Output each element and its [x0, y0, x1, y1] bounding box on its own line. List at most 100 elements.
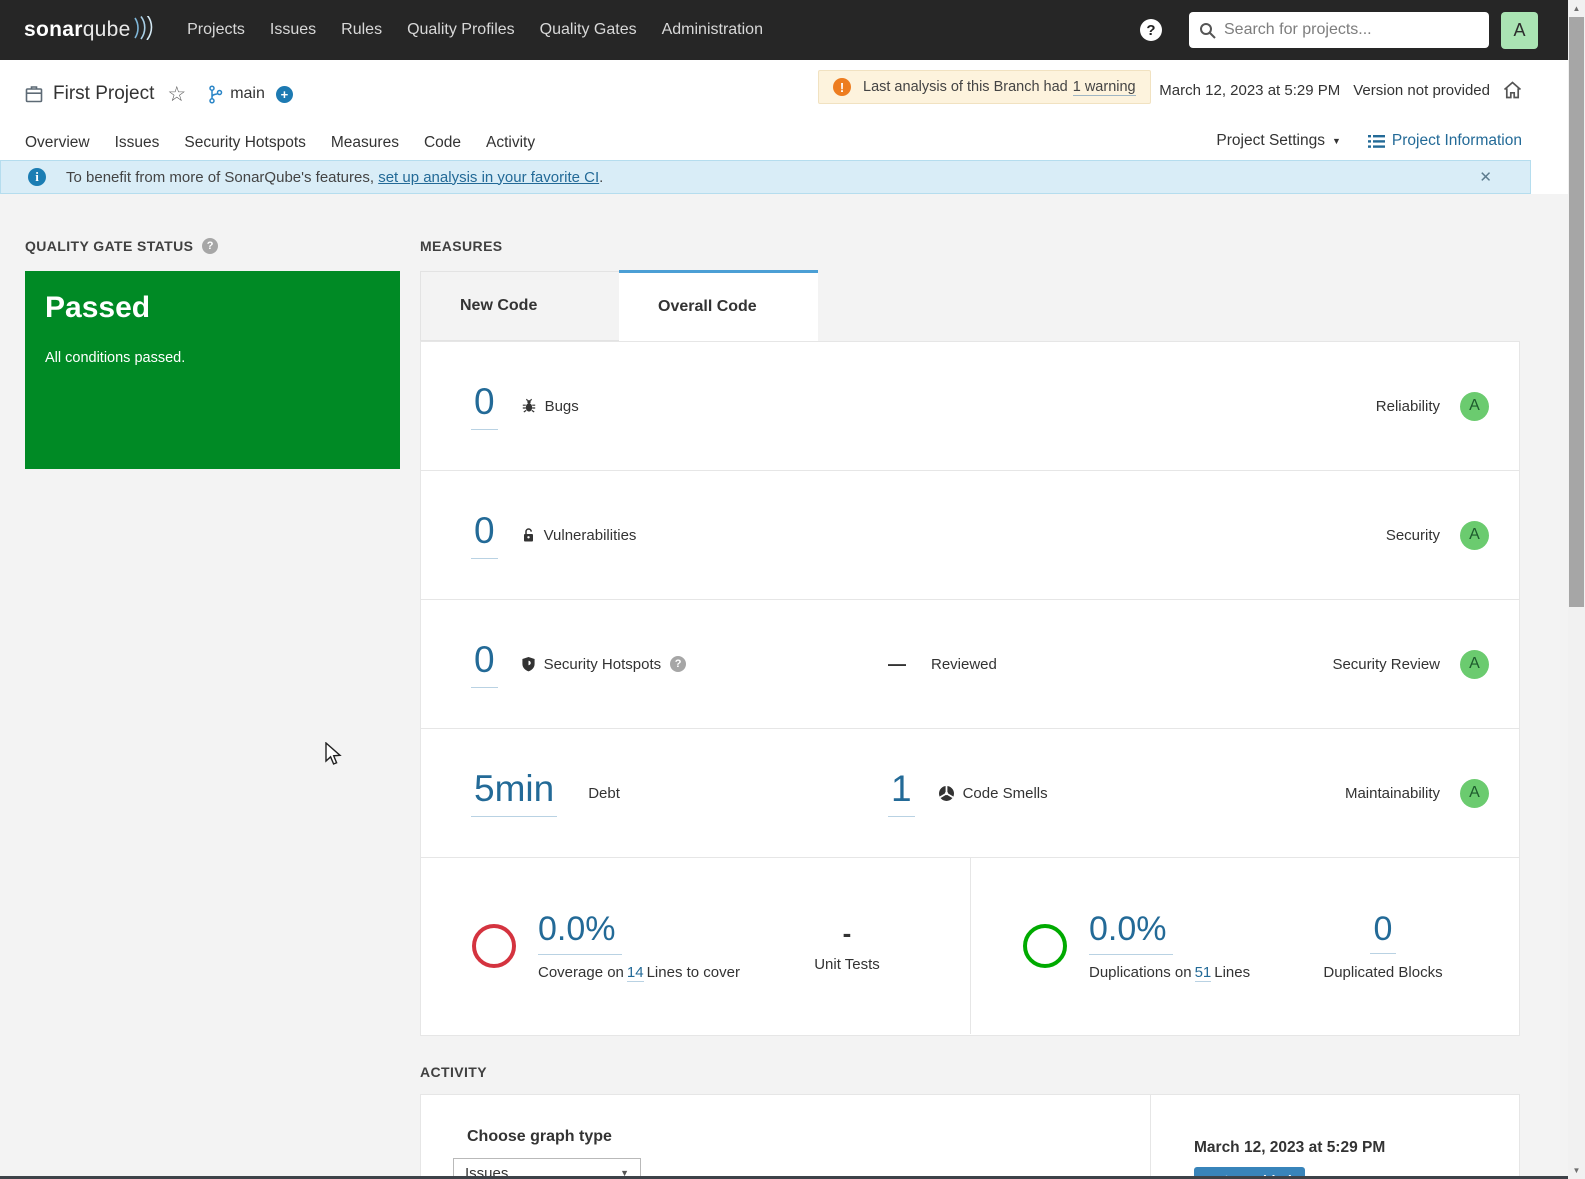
measure-row-vulnerabilities: 0 Vulnerabilities Security A	[421, 471, 1519, 600]
nav-item-rules[interactable]: Rules	[329, 2, 395, 58]
reliability-label: Reliability	[1375, 397, 1440, 415]
bugs-count-link[interactable]: 0	[471, 383, 498, 430]
coverage-label-prefix: Coverage on	[538, 963, 624, 981]
maintainability-label: Maintainability	[1344, 784, 1440, 802]
duplicated-blocks-block: 0 Duplicated Blocks	[1318, 912, 1448, 981]
duplicated-blocks-label: Duplicated Blocks	[1323, 963, 1443, 981]
scrollbar-up-arrow[interactable]: ▲	[1568, 0, 1585, 17]
security-review-rating-badge[interactable]: A	[1460, 649, 1489, 679]
project-title-row: First Project ☆ main +	[25, 78, 293, 110]
hotspots-count-link[interactable]: 0	[471, 641, 498, 688]
project-information-button[interactable]: Project Information	[1367, 132, 1522, 150]
security-hotspots-label: Security Hotspots	[543, 655, 662, 673]
project-settings-dropdown[interactable]: Project Settings ▼	[1216, 132, 1340, 150]
logo-waves-icon	[133, 16, 152, 40]
top-navbar: sonarqube Projects Issues Rules Quality …	[0, 0, 1568, 60]
chevron-down-icon: ▼	[1331, 136, 1341, 146]
analysis-date: March 12, 2023 at 5:29 PM	[1159, 81, 1341, 99]
maintainability-rating-badge[interactable]: A	[1460, 778, 1489, 808]
ci-info-banner: i To benefit from more of SonarQube's fe…	[0, 160, 1531, 194]
measures-tabs: New Code Overall Code	[420, 270, 818, 341]
activity-section-title: ACTIVITY	[420, 1064, 487, 1080]
measure-row-bugs: 0 Bugs Reliability A	[421, 342, 1519, 471]
activity-card: Choose graph type Issues ▼ March 12, 202…	[420, 1094, 1520, 1179]
tab-overall-code[interactable]: Overall Code	[619, 270, 818, 341]
lines-to-cover-link[interactable]: 14	[626, 963, 644, 982]
security-label: Security	[1385, 526, 1440, 544]
mouse-cursor	[325, 742, 342, 765]
nav-item-quality-gates[interactable]: Quality Gates	[527, 2, 649, 58]
branch-name[interactable]: main	[230, 85, 265, 103]
scrollbar-thumb[interactable]	[1569, 17, 1584, 607]
add-branch-icon[interactable]: +	[275, 85, 293, 103]
main-nav: Projects Issues Rules Quality Profiles Q…	[175, 2, 776, 58]
version-label: Version not provided	[1353, 81, 1490, 99]
list-icon	[1367, 134, 1385, 148]
search-icon	[1200, 22, 1216, 39]
page-title: First Project	[53, 83, 155, 104]
coverage-label-suffix: Lines to cover	[646, 963, 740, 981]
shield-icon	[521, 656, 535, 672]
duplications-percent-link[interactable]: 0.0%	[1089, 912, 1173, 955]
duplications-label-suffix: Lines	[1214, 963, 1251, 981]
banner-text-suffix: .	[599, 168, 604, 186]
header-actions: Project Settings ▼ Project Information	[1216, 132, 1522, 150]
measures-section-title: MEASURES	[420, 238, 503, 254]
measures-bottom: 0.0% Coverage on 14 Lines to cover - Unit …	[421, 858, 1519, 1034]
warning-count-link[interactable]: 1 warning	[1072, 79, 1136, 96]
nav-item-quality-profiles[interactable]: Quality Profiles	[395, 2, 528, 58]
analysis-warning-banner: ! Last analysis of this Branch had 1 war…	[818, 70, 1151, 104]
quality-gate-title-text: QUALITY GATE STATUS	[25, 238, 194, 254]
home-icon[interactable]	[1502, 80, 1523, 100]
code-smell-icon	[938, 785, 954, 801]
reviewed-label: Reviewed	[931, 655, 997, 673]
security-review-label: Security Review	[1332, 655, 1440, 673]
coverage-block: 0.0% Coverage on 14 Lines to cover - Unit …	[421, 858, 971, 1034]
sonarqube-logo[interactable]: sonarqube	[24, 16, 155, 42]
search-box[interactable]	[1189, 12, 1489, 48]
tab-new-code[interactable]: New Code	[420, 271, 619, 341]
quality-gate-status-card: Passed All conditions passed.	[25, 271, 400, 469]
close-icon[interactable]: ✕	[1479, 168, 1492, 186]
activity-event-date: March 12, 2023 at 5:29 PM	[1194, 1139, 1386, 1156]
warning-icon: !	[833, 78, 851, 96]
nav-item-administration[interactable]: Administration	[649, 2, 775, 58]
logo-text-light: qube	[82, 18, 131, 41]
search-input[interactable]	[1224, 21, 1479, 39]
avatar[interactable]: A	[1501, 11, 1538, 49]
quality-gate-description: All conditions passed.	[45, 350, 186, 366]
logo-text-bold: sonar	[24, 18, 83, 41]
debt-label: Debt	[588, 784, 620, 802]
nav-item-issues[interactable]: Issues	[257, 2, 328, 58]
quality-gate-status: Passed	[45, 291, 151, 324]
nav-item-projects[interactable]: Projects	[175, 2, 258, 58]
duplications-label-prefix: Duplications on	[1089, 963, 1192, 981]
code-smells-count-link[interactable]: 1	[888, 770, 915, 817]
vulnerabilities-count-link[interactable]: 0	[471, 512, 498, 559]
debt-value-link[interactable]: 5min	[471, 770, 558, 817]
quality-gate-section-title: QUALITY GATE STATUS ?	[25, 238, 219, 254]
help-circle-icon[interactable]: ?	[202, 238, 219, 254]
activity-title-text: ACTIVITY	[420, 1064, 487, 1080]
reliability-rating-badge[interactable]: A	[1460, 391, 1489, 421]
setup-ci-link[interactable]: set up analysis in your favorite CI	[378, 169, 599, 186]
hotspots-help-icon[interactable]: ?	[670, 656, 687, 672]
duplications-ring	[1023, 924, 1067, 968]
vertical-scrollbar[interactable]: ▲ ▼	[1568, 0, 1585, 1179]
security-rating-badge[interactable]: A	[1460, 520, 1489, 550]
graph-type-label: Choose graph type	[467, 1128, 612, 1145]
bug-icon	[522, 398, 535, 413]
project-settings-label: Project Settings	[1216, 132, 1325, 149]
coverage-ring	[472, 924, 516, 968]
activity-graph-controls: Choose graph type Issues ▼	[421, 1095, 1151, 1178]
code-smells-label: Code Smells	[962, 784, 1048, 802]
duplicated-blocks-link[interactable]: 0	[1369, 912, 1397, 954]
scrollbar-down-arrow[interactable]: ▼	[1568, 1162, 1585, 1179]
coverage-percent-link[interactable]: 0.0%	[538, 912, 622, 955]
measures-panel: 0 Bugs Reliability A 0 Vulnerabilities S…	[420, 341, 1520, 1036]
duplicated-lines-link[interactable]: 51	[1194, 963, 1212, 982]
favorite-star-icon[interactable]: ☆	[167, 84, 186, 105]
help-icon[interactable]: ?	[1140, 19, 1162, 41]
vulnerabilities-label: Vulnerabilities	[543, 526, 637, 544]
warning-text: Last analysis of this Branch had	[863, 79, 1068, 95]
